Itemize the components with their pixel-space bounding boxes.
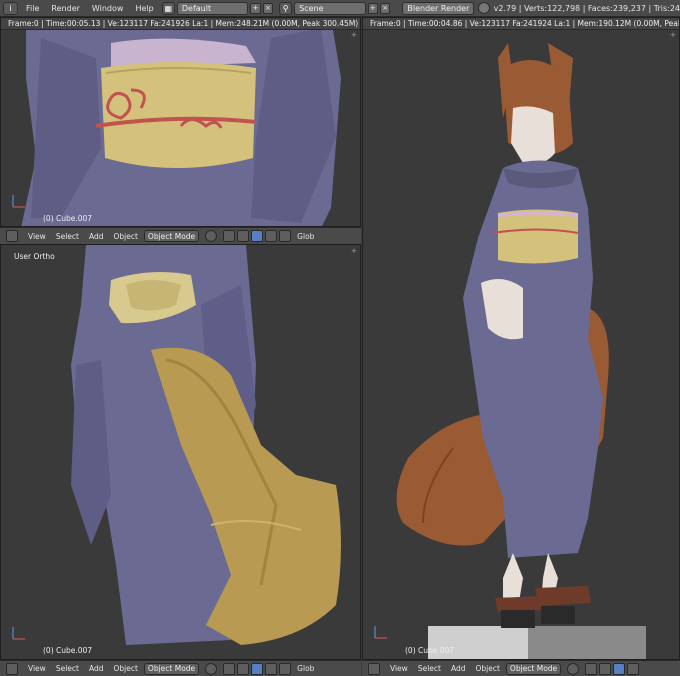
viewport-bottom-left[interactable]: User Ortho (0) Cube.007 + bbox=[0, 244, 361, 660]
viewport-render-bottom-left bbox=[1, 245, 360, 659]
viewport-right[interactable]: Frame:0 | Time:00:04.86 | Ve:123117 Fa:2… bbox=[362, 17, 680, 660]
scene-stats: v2.79 | Verts:122,798 | Faces:239,237 | … bbox=[493, 3, 680, 13]
rotate-icon[interactable] bbox=[627, 662, 640, 675]
mode-select[interactable]: Object Mode bbox=[505, 662, 562, 675]
shading-icon[interactable] bbox=[205, 662, 218, 675]
remove-layout-button[interactable]: × bbox=[262, 2, 274, 14]
scale-icon[interactable] bbox=[279, 230, 292, 242]
axis-gizmo-icon bbox=[12, 195, 25, 208]
menu-select[interactable]: Select bbox=[418, 664, 441, 673]
menu-help[interactable]: Help bbox=[135, 4, 153, 13]
viewport-top-left[interactable]: Frame:0 | Time:00:05.13 | Ve:123117 Fa:2… bbox=[0, 17, 361, 227]
corner-split-icon[interactable]: + bbox=[670, 32, 676, 39]
shading-icon[interactable] bbox=[567, 662, 580, 675]
editor-type-icon[interactable] bbox=[6, 230, 18, 242]
screen-layout-icon[interactable]: ▦ bbox=[161, 1, 175, 15]
viewport-render-top-left bbox=[1, 18, 360, 226]
active-object-label: (0) Cube.007 bbox=[43, 214, 93, 223]
remove-scene-button[interactable]: × bbox=[379, 2, 391, 14]
menu-object[interactable]: Object bbox=[113, 232, 137, 241]
viewport-header-top-left: View Select Add Object Object Mode Glob bbox=[0, 227, 361, 244]
menu-select[interactable]: Select bbox=[56, 664, 79, 673]
pivot-icon[interactable] bbox=[223, 230, 236, 242]
editor-type-icon[interactable] bbox=[6, 662, 18, 675]
menu-add[interactable]: Add bbox=[89, 232, 104, 241]
menu-object[interactable]: Object bbox=[113, 664, 137, 673]
viewport-info-text: Frame:0 | Time:00:04.86 | Ve:123117 Fa:2… bbox=[363, 18, 679, 30]
translate-icon[interactable] bbox=[251, 230, 264, 242]
render-engine-select[interactable]: Blender Render bbox=[402, 1, 475, 15]
shading-icon[interactable] bbox=[205, 230, 218, 242]
menu-add[interactable]: Add bbox=[89, 664, 104, 673]
manipulator-toggle-icon[interactable] bbox=[237, 662, 250, 675]
editor-type-icon[interactable] bbox=[368, 662, 380, 675]
axis-gizmo-icon bbox=[374, 626, 387, 639]
view-name-label: User Ortho bbox=[14, 252, 55, 261]
scene-select[interactable]: Scene bbox=[294, 1, 366, 15]
menu-file[interactable]: File bbox=[26, 4, 39, 13]
rotate-icon[interactable] bbox=[265, 230, 278, 242]
translate-icon[interactable] bbox=[613, 662, 626, 675]
blender-logo-icon bbox=[478, 2, 490, 14]
viewport-header-right: View Select Add Object Object Mode bbox=[362, 660, 680, 676]
menu-select[interactable]: Select bbox=[56, 232, 79, 241]
menu-window[interactable]: Window bbox=[92, 4, 124, 13]
active-object-label: (0) Cube.007 bbox=[405, 646, 455, 655]
scale-icon[interactable] bbox=[279, 662, 292, 675]
menu-object[interactable]: Object bbox=[475, 664, 499, 673]
corner-split-icon[interactable]: + bbox=[351, 248, 357, 255]
translate-icon[interactable] bbox=[251, 662, 264, 675]
add-layout-button[interactable]: + bbox=[250, 2, 261, 14]
menu-view[interactable]: View bbox=[390, 664, 408, 673]
viewport-header-bottom-left: View Select Add Object Object Mode Glob bbox=[0, 660, 361, 676]
scene-icon[interactable]: ⚲ bbox=[279, 1, 293, 15]
viewport-info-text: Frame:0 | Time:00:05.13 | Ve:123117 Fa:2… bbox=[1, 18, 360, 30]
layout-select[interactable]: Default bbox=[176, 1, 249, 15]
pivot-icon[interactable] bbox=[585, 662, 598, 675]
orientation-select[interactable]: Glob bbox=[297, 664, 314, 673]
info-editor-icon[interactable]: i bbox=[3, 1, 19, 15]
viewport-render-right bbox=[363, 18, 679, 659]
mode-select[interactable]: Object Mode bbox=[143, 662, 200, 675]
manipulator-toggle-icon[interactable] bbox=[599, 662, 612, 675]
top-header: i File Render Window Help ▦ Default + × … bbox=[0, 0, 680, 17]
menu-render[interactable]: Render bbox=[51, 4, 79, 13]
corner-split-icon[interactable]: + bbox=[351, 32, 357, 39]
mode-select[interactable]: Object Mode bbox=[143, 230, 200, 242]
pivot-icon[interactable] bbox=[223, 662, 236, 675]
orientation-select[interactable]: Glob bbox=[297, 232, 314, 241]
rotate-icon[interactable] bbox=[265, 662, 278, 675]
active-object-label: (0) Cube.007 bbox=[43, 646, 93, 655]
menu-view[interactable]: View bbox=[28, 664, 46, 673]
menu-view[interactable]: View bbox=[28, 232, 46, 241]
add-scene-button[interactable]: + bbox=[367, 2, 378, 14]
axis-gizmo-icon bbox=[12, 627, 25, 640]
manipulator-toggle-icon[interactable] bbox=[237, 230, 250, 242]
menu-add[interactable]: Add bbox=[451, 664, 466, 673]
